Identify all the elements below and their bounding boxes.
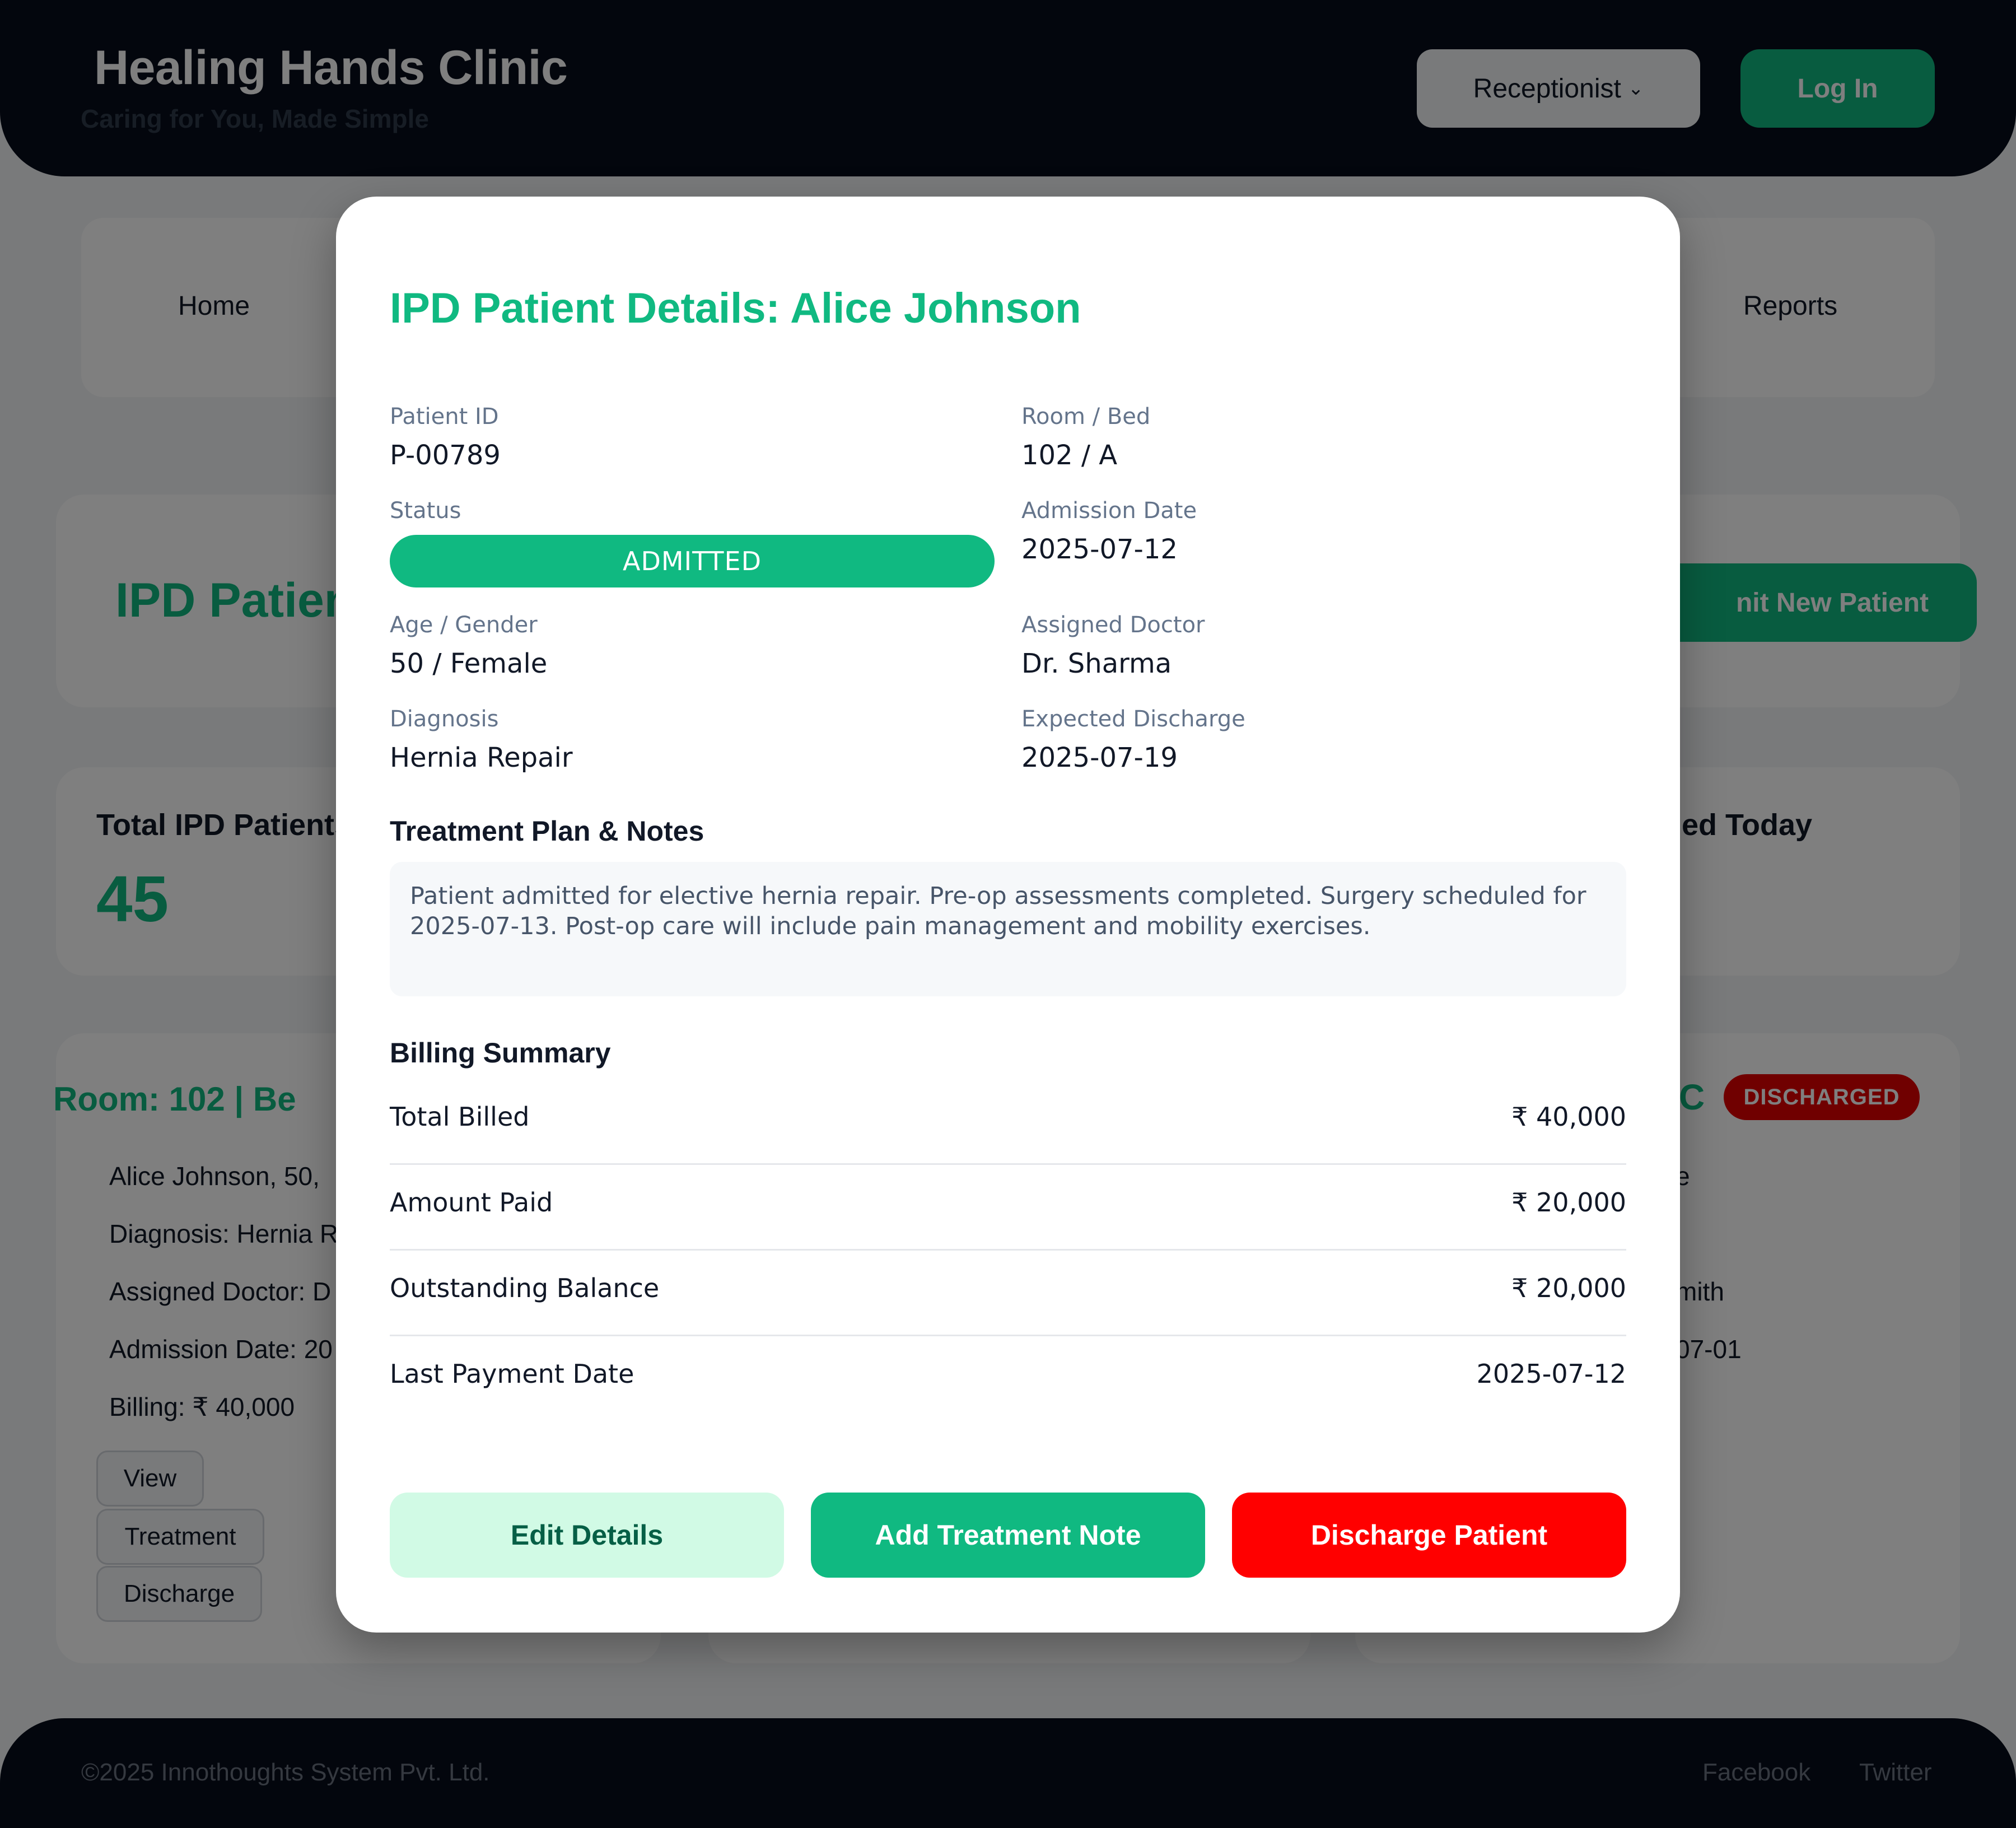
diagnosis-label: Diagnosis (390, 706, 499, 732)
age-gender-value: 50 / Female (390, 648, 548, 679)
expected-discharge-label: Expected Discharge (1021, 706, 1245, 732)
add-treatment-note-button[interactable]: Add Treatment Note (811, 1493, 1205, 1578)
notes-heading: Treatment Plan & Notes (390, 815, 704, 847)
admission-date-label: Admission Date (1021, 498, 1197, 524)
modal-title: IPD Patient Details: Alice Johnson (390, 285, 1081, 332)
billing-value: ₹ 20,000 (1511, 1273, 1626, 1303)
billing-label: Amount Paid (390, 1187, 553, 1218)
age-gender-label: Age / Gender (390, 612, 538, 638)
doctor-value: Dr. Sharma (1021, 648, 1172, 679)
billing-row: Last Payment Date 2025-07-12 (390, 1336, 1626, 1422)
billing-label: Last Payment Date (390, 1359, 634, 1389)
room-bed-value: 102 / A (1021, 440, 1118, 471)
admission-date-value: 2025-07-12 (1021, 534, 1178, 565)
billing-label: Total Billed (390, 1102, 530, 1132)
edit-details-button[interactable]: Edit Details (390, 1493, 784, 1578)
billing-heading: Billing Summary (390, 1037, 611, 1069)
billing-row: Amount Paid ₹ 20,000 (390, 1165, 1626, 1251)
doctor-label: Assigned Doctor (1021, 612, 1205, 638)
treatment-notes: Patient admitted for elective hernia rep… (390, 862, 1626, 996)
patient-id-value: P-00789 (390, 440, 501, 471)
patient-details-modal: IPD Patient Details: Alice Johnson Patie… (336, 197, 1680, 1633)
billing-value: ₹ 20,000 (1511, 1187, 1626, 1218)
billing-row: Outstanding Balance ₹ 20,000 (390, 1251, 1626, 1336)
billing-label: Outstanding Balance (390, 1273, 660, 1303)
diagnosis-value: Hernia Repair (390, 742, 573, 773)
discharge-patient-button[interactable]: Discharge Patient (1232, 1493, 1626, 1578)
billing-row: Total Billed ₹ 40,000 (390, 1079, 1626, 1165)
status-label: Status (390, 498, 461, 524)
billing-value: 2025-07-12 (1476, 1359, 1626, 1389)
expected-discharge-value: 2025-07-19 (1021, 742, 1178, 773)
billing-value: ₹ 40,000 (1511, 1102, 1626, 1132)
patient-id-label: Patient ID (390, 404, 499, 430)
room-bed-label: Room / Bed (1021, 404, 1151, 430)
status-badge: ADMITTED (390, 535, 995, 587)
